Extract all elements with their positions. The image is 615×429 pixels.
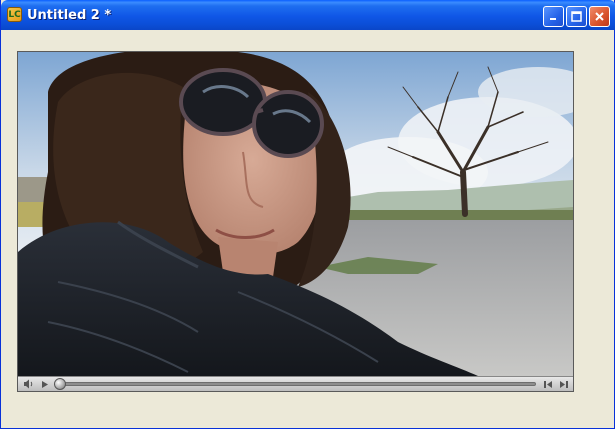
window-title: Untitled 2 * [27, 8, 112, 23]
maximize-icon [571, 11, 582, 22]
volume-icon [23, 379, 32, 389]
volume-button[interactable] [22, 378, 34, 390]
step-forward-icon [560, 380, 568, 388]
seek-slider[interactable] [56, 382, 536, 386]
seek-slider-handle[interactable] [54, 378, 66, 390]
close-icon [595, 12, 604, 21]
video-frame-image [18, 52, 573, 376]
step-back-button[interactable] [542, 378, 554, 390]
title-bar[interactable]: LC Untitled 2 * [1, 0, 615, 30]
app-icon[interactable]: LC [7, 7, 22, 22]
video-display[interactable] [18, 52, 573, 376]
play-button[interactable] [38, 378, 50, 390]
minimize-icon [550, 18, 556, 20]
playback-controls [18, 376, 573, 391]
step-forward-button[interactable] [558, 378, 570, 390]
minimize-button[interactable] [543, 6, 564, 27]
close-button[interactable] [589, 6, 610, 27]
app-window: LC Untitled 2 * [0, 0, 615, 429]
maximize-button[interactable] [566, 6, 587, 27]
play-icon [41, 380, 48, 388]
video-player [17, 51, 574, 392]
step-back-icon [544, 380, 552, 388]
